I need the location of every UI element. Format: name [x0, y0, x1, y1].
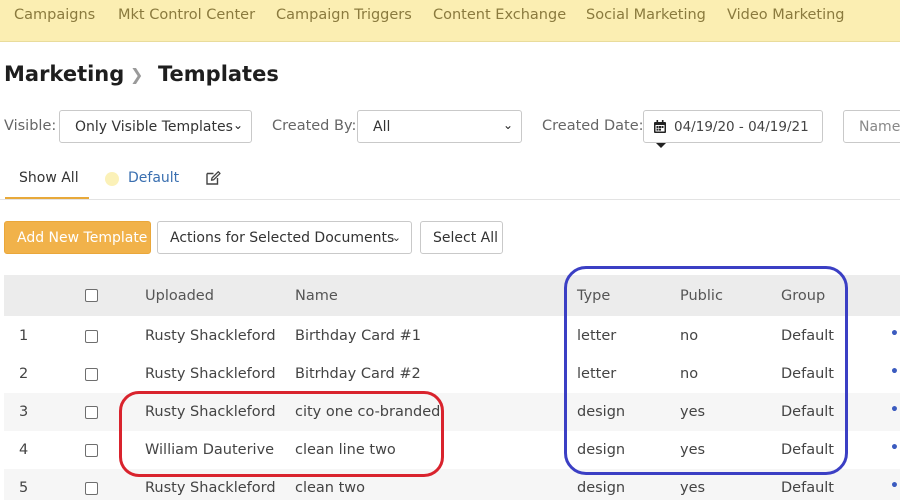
- row-checkbox[interactable]: [85, 444, 98, 457]
- nav-social-marketing[interactable]: Social Marketing: [586, 7, 706, 23]
- row-public: yes: [680, 442, 706, 458]
- row-checkbox[interactable]: [85, 482, 98, 495]
- visible-label: Visible:: [4, 118, 57, 134]
- row-public: yes: [680, 480, 706, 496]
- created-date-value: 04/19/20 - 04/19/21: [674, 119, 809, 135]
- created-date-picker[interactable]: 04/19/20 - 04/19/21: [643, 110, 823, 143]
- add-new-template-label: Add New Template: [17, 230, 148, 246]
- add-new-template-button[interactable]: Add New Template: [4, 221, 151, 254]
- row-type: letter: [577, 328, 617, 344]
- nav-campaigns[interactable]: Campaigns: [14, 7, 95, 23]
- chevron-down-icon: ⌄: [391, 231, 401, 244]
- top-nav: Campaigns Mkt Control Center Campaign Tr…: [0, 0, 900, 42]
- column-uploaded[interactable]: Uploaded: [145, 288, 214, 304]
- row-checkbox[interactable]: [85, 368, 98, 381]
- caret-down-icon: [656, 143, 666, 148]
- row-name[interactable]: Birthday Card #1: [295, 328, 421, 344]
- created-date-label: Created Date:: [542, 118, 644, 134]
- nav-mkt-control-center[interactable]: Mkt Control Center: [118, 7, 255, 23]
- created-by-select[interactable]: All ⌄: [357, 110, 522, 143]
- name-search-placeholder: Name: [859, 119, 900, 135]
- page-title: Templates: [158, 62, 279, 86]
- nav-content-exchange[interactable]: Content Exchange: [433, 7, 566, 23]
- row-group: Default: [781, 366, 834, 382]
- row-more-icon[interactable]: •••: [890, 402, 900, 418]
- row-name[interactable]: clean two: [295, 480, 365, 496]
- table-row[interactable]: [4, 317, 900, 355]
- bulk-actions-label: Actions for Selected Documents: [170, 230, 395, 246]
- row-uploaded: William Dauterive: [145, 442, 275, 458]
- created-by-select-value: All: [373, 119, 391, 135]
- tab-show-all[interactable]: Show All: [19, 170, 79, 186]
- tabs-divider: [0, 199, 900, 200]
- select-all-label: Select All: [433, 230, 498, 246]
- row-more-icon[interactable]: •••: [890, 478, 900, 494]
- row-name[interactable]: clean line two: [295, 442, 396, 458]
- table-row[interactable]: [4, 431, 900, 469]
- row-public: no: [680, 328, 699, 344]
- column-group[interactable]: Group: [781, 288, 825, 304]
- row-type: letter: [577, 366, 617, 382]
- row-number: 5: [19, 480, 29, 496]
- created-by-label: Created By:: [272, 118, 357, 134]
- row-more-icon[interactable]: •••: [890, 326, 900, 342]
- visible-select-value: Only Visible Templates: [75, 119, 233, 135]
- row-group: Default: [781, 404, 834, 420]
- bulk-actions-dropdown[interactable]: Actions for Selected Documents ⌄: [157, 221, 412, 254]
- row-group: Default: [781, 480, 834, 496]
- chevron-down-icon: ⌄: [502, 118, 513, 132]
- row-uploaded: Rusty Shackleford: [145, 366, 276, 382]
- nav-video-marketing[interactable]: Video Marketing: [727, 7, 845, 23]
- row-group: Default: [781, 328, 834, 344]
- row-uploaded: Rusty Shackleford: [145, 480, 276, 496]
- row-name[interactable]: Bitrhday Card #2: [295, 366, 421, 382]
- tab-default[interactable]: Default: [128, 170, 179, 186]
- calendar-icon: [654, 120, 666, 133]
- column-name[interactable]: Name: [295, 288, 338, 304]
- row-public: no: [680, 366, 699, 382]
- row-checkbox[interactable]: [85, 406, 98, 419]
- row-name[interactable]: city one co-branded: [295, 404, 440, 420]
- row-public: yes: [680, 404, 706, 420]
- select-all-button[interactable]: Select All: [420, 221, 503, 254]
- chevron-down-icon: ⌄: [232, 118, 243, 132]
- breadcrumb-chevron-icon: ❯: [130, 65, 144, 84]
- visible-select[interactable]: Only Visible Templates ⌄: [59, 110, 252, 143]
- table-row[interactable]: [4, 393, 900, 431]
- name-search-input[interactable]: Name: [843, 110, 900, 143]
- column-public[interactable]: Public: [680, 288, 723, 304]
- row-type: design: [577, 442, 626, 458]
- row-uploaded: Rusty Shackleford: [145, 328, 276, 344]
- row-checkbox[interactable]: [85, 330, 98, 343]
- row-number: 4: [19, 442, 29, 458]
- row-type: design: [577, 480, 626, 496]
- default-group-dot-icon: [105, 172, 119, 186]
- row-number: 3: [19, 404, 29, 420]
- breadcrumb-parent[interactable]: Marketing: [4, 62, 124, 86]
- row-type: design: [577, 404, 626, 420]
- column-type[interactable]: Type: [577, 288, 610, 304]
- nav-campaign-triggers[interactable]: Campaign Triggers: [276, 7, 412, 23]
- row-uploaded: Rusty Shackleford: [145, 404, 276, 420]
- table-row[interactable]: [4, 355, 900, 393]
- row-more-icon[interactable]: •••: [890, 440, 900, 456]
- table-row[interactable]: [4, 469, 900, 500]
- row-group: Default: [781, 442, 834, 458]
- select-all-checkbox[interactable]: [85, 289, 98, 302]
- table-header: [4, 275, 900, 316]
- edit-icon[interactable]: [205, 170, 221, 186]
- row-more-icon[interactable]: •••: [890, 364, 900, 380]
- row-number: 1: [19, 328, 29, 344]
- row-number: 2: [19, 366, 29, 382]
